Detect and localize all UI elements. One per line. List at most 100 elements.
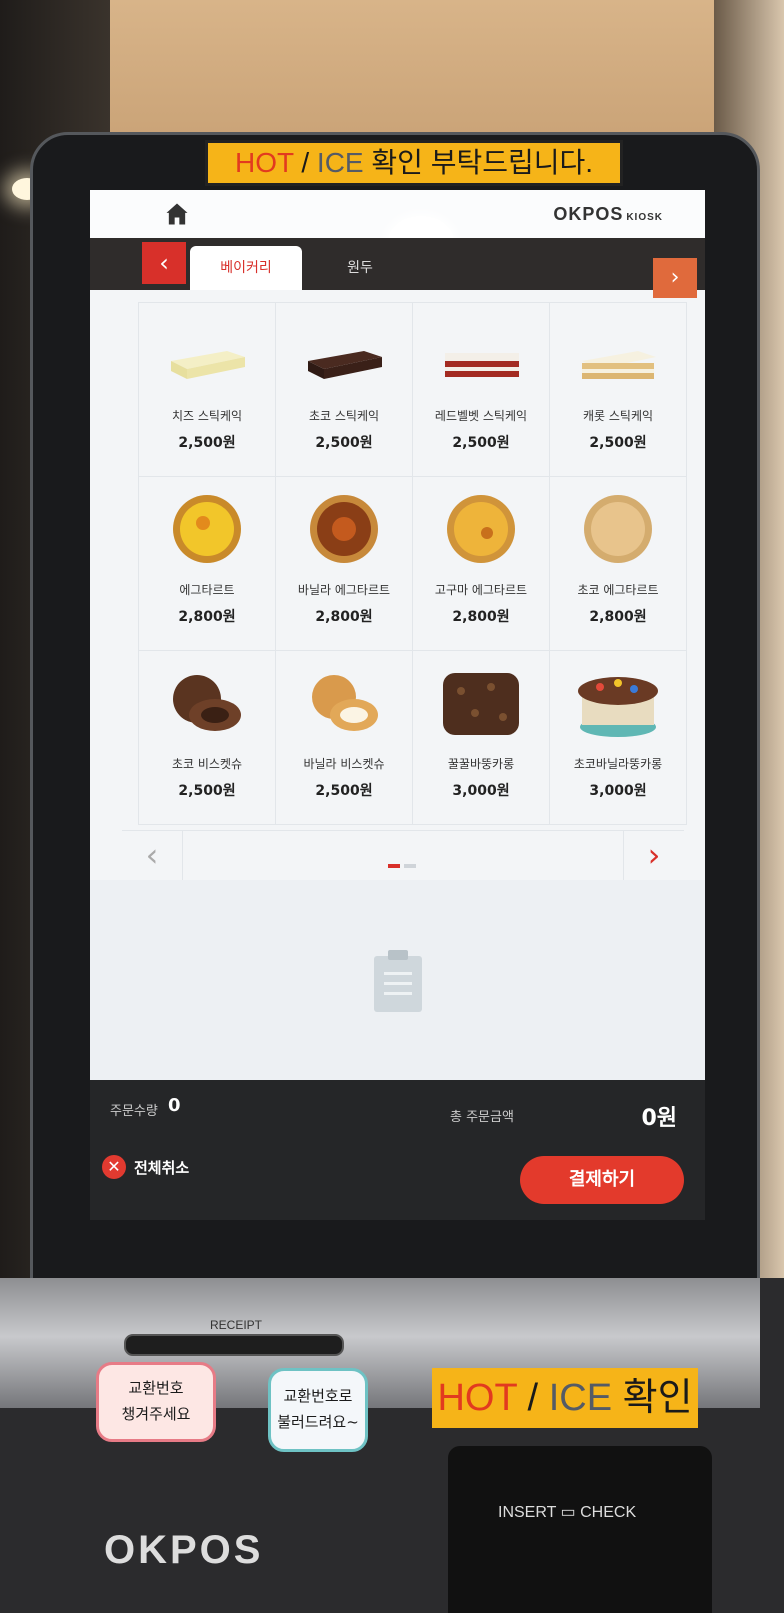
banner-slash: / xyxy=(293,147,317,178)
page-prev-button[interactable]: ‹ xyxy=(122,831,183,881)
menu-item-name: 꿀꿀바뚱카롱 xyxy=(447,757,515,771)
card-icon: ▭ xyxy=(560,1504,576,1521)
page-dot-2[interactable] xyxy=(404,864,416,868)
menu-item[interactable]: 에그타르트 2,800원 xyxy=(139,477,276,651)
menu-item[interactable]: 캐롯 스틱케익 2,500원 xyxy=(550,303,687,477)
chevron-right-icon: › xyxy=(670,265,680,290)
receipt-slot xyxy=(124,1334,344,1356)
order-list-icon xyxy=(374,950,422,1012)
card-insert-label: INSERT xyxy=(498,1504,557,1521)
carrot-stick-cake-icon xyxy=(582,351,656,379)
ggulggul-macaron-icon xyxy=(443,673,519,735)
menu-item-name: 고구마 에그타르트 xyxy=(434,583,528,597)
chevron-left-icon: ‹ xyxy=(159,249,169,277)
ceiling xyxy=(0,0,784,150)
menu-pager: ‹ › xyxy=(122,830,684,882)
brand-sub: KIOSK xyxy=(626,212,663,223)
menu-item-name: 캐롯 스틱케익 xyxy=(582,409,654,423)
banner2-text: 확인 xyxy=(612,1377,693,1419)
cancel-all-label: 전체취소 xyxy=(134,1158,190,1177)
card-reader-label: INSERT ▭ CHECK xyxy=(498,1502,636,1522)
chevron-right-icon: › xyxy=(647,836,661,874)
banner-ice: ICE xyxy=(316,147,364,178)
banner-hot: HOT xyxy=(234,147,294,178)
menu-item-price: 2,800원 xyxy=(452,609,510,625)
menu-item-name: 초코바닐라뚱카롱 xyxy=(573,757,663,771)
menu-item[interactable]: 바닐라 비스켓슈 2,500원 xyxy=(276,651,413,825)
category-tabbar: ‹ 베이커리 원두 › xyxy=(90,238,705,298)
menu-item-price: 2,800원 xyxy=(178,609,236,625)
choco-egg-tart-icon xyxy=(584,495,652,563)
chevron-left-icon: ‹ xyxy=(145,836,159,874)
menu-item-price: 2,500원 xyxy=(452,435,510,451)
banner2-hot: HOT xyxy=(437,1377,517,1419)
cart-area xyxy=(90,880,705,1080)
page-dot-1[interactable] xyxy=(388,864,400,868)
okpos-logo: OKPOS xyxy=(104,1528,264,1572)
menu-item[interactable]: 꿀꿀바뚱카롱 3,000원 xyxy=(413,651,550,825)
order-total-value: 0원 xyxy=(641,1106,677,1131)
banner-text: 확인 부탁드립니다. xyxy=(363,147,594,178)
cheese-stick-cake-icon xyxy=(171,351,245,379)
menu-item-price: 2,800원 xyxy=(315,609,373,625)
menu-item-price: 2,500원 xyxy=(315,435,373,451)
menu-item-name: 레드벨벳 스틱케익 xyxy=(434,409,528,423)
page-dots xyxy=(388,853,420,872)
banner2-ice: ICE xyxy=(548,1377,613,1419)
menu-item-price: 2,500원 xyxy=(589,435,647,451)
card-reader[interactable] xyxy=(448,1446,712,1613)
brand-logo: OKPOS KIOSK xyxy=(553,204,663,225)
hot-ice-check-banner: HOT / ICE 확인 xyxy=(432,1368,698,1428)
menu-item[interactable]: 치즈 스틱케익 2,500원 xyxy=(139,303,276,477)
brand-name: OKPOS xyxy=(553,204,624,224)
menu-item-name: 바닐라 에그타르트 xyxy=(297,583,391,597)
sticky-note-call: 교환번호로 불러드려요~ xyxy=(268,1368,368,1452)
order-summary-bar: 주문수량 0 총 주문금액 0원 ✕ 전체취소 결제하기 xyxy=(90,1080,705,1220)
menu-item-name: 바닐라 비스켓슈 xyxy=(303,757,385,771)
order-qty-label: 주문수량 xyxy=(110,1104,158,1119)
menu-item-name: 에그타르트 xyxy=(179,583,235,597)
menu-item-name: 치즈 스틱케익 xyxy=(171,409,243,423)
menu-item[interactable]: 초코 에그타르트 2,800원 xyxy=(550,477,687,651)
home-icon[interactable] xyxy=(163,200,191,228)
menu-item[interactable]: 레드벨벳 스틱케익 2,500원 xyxy=(413,303,550,477)
menu-item-price: 2,500원 xyxy=(178,435,236,451)
screen-header: OKPOS KIOSK xyxy=(90,190,705,266)
cancel-all-button[interactable]: ✕ 전체취소 xyxy=(102,1152,189,1182)
redvelvet-stick-cake-icon xyxy=(445,353,519,377)
banner2-slash: / xyxy=(517,1377,549,1419)
menu-item-name: 초코 에그타르트 xyxy=(577,583,659,597)
menu-item-price: 2,500원 xyxy=(315,783,373,799)
card-check-label: CHECK xyxy=(580,1504,637,1521)
menu-item-price: 2,800원 xyxy=(589,609,647,625)
sticky-note-exchange: 교환번호 챙겨주세요 xyxy=(96,1362,216,1442)
menu-grid: 치즈 스틱케익 2,500원 초코 스틱케익 2,500원 레드벨벳 스틱케익 … xyxy=(138,302,687,825)
menu-item-price: 2,500원 xyxy=(178,783,236,799)
menu-item[interactable]: 초코 비스켓슈 2,500원 xyxy=(139,651,276,825)
page-next-button[interactable]: › xyxy=(623,831,684,881)
choco-stick-cake-icon xyxy=(308,351,382,379)
tab-bakery[interactable]: 베이커리 xyxy=(190,246,302,290)
kiosk-screen: OKPOS KIOSK ‹ 베이커리 원두 › 치즈 스틱케익 2,500원 초코… xyxy=(90,190,705,1220)
menu-item[interactable]: 초코바닐라뚱카롱 3,000원 xyxy=(550,651,687,825)
menu-item-price: 3,000원 xyxy=(452,783,510,799)
vanilla-biscuit-choux-icon xyxy=(312,675,378,731)
menu-item-name: 초코 스틱케익 xyxy=(308,409,380,423)
receipt-label: RECEIPT xyxy=(210,1318,263,1332)
menu-item-price: 3,000원 xyxy=(589,783,647,799)
egg-tart-icon xyxy=(173,495,241,563)
menu-item[interactable]: 바닐라 에그타르트 2,800원 xyxy=(276,477,413,651)
tab-prev-button[interactable]: ‹ xyxy=(142,242,186,284)
tab-beans[interactable]: 원두 xyxy=(315,246,405,290)
choco-biscuit-choux-icon xyxy=(173,675,241,731)
menu-item[interactable]: 고구마 에그타르트 2,800원 xyxy=(413,477,550,651)
sweet-potato-egg-tart-icon xyxy=(447,495,515,563)
choco-vanilla-macaron-icon xyxy=(578,677,658,737)
order-total-label: 총 주문금액 xyxy=(450,1110,514,1125)
close-icon: ✕ xyxy=(102,1155,126,1179)
tab-next-button[interactable]: › xyxy=(653,258,697,298)
pay-button[interactable]: 결제하기 xyxy=(520,1156,684,1204)
menu-item[interactable]: 초코 스틱케익 2,500원 xyxy=(276,303,413,477)
order-qty-value: 0 xyxy=(168,1095,181,1116)
menu-item-name: 초코 비스켓슈 xyxy=(171,757,243,771)
